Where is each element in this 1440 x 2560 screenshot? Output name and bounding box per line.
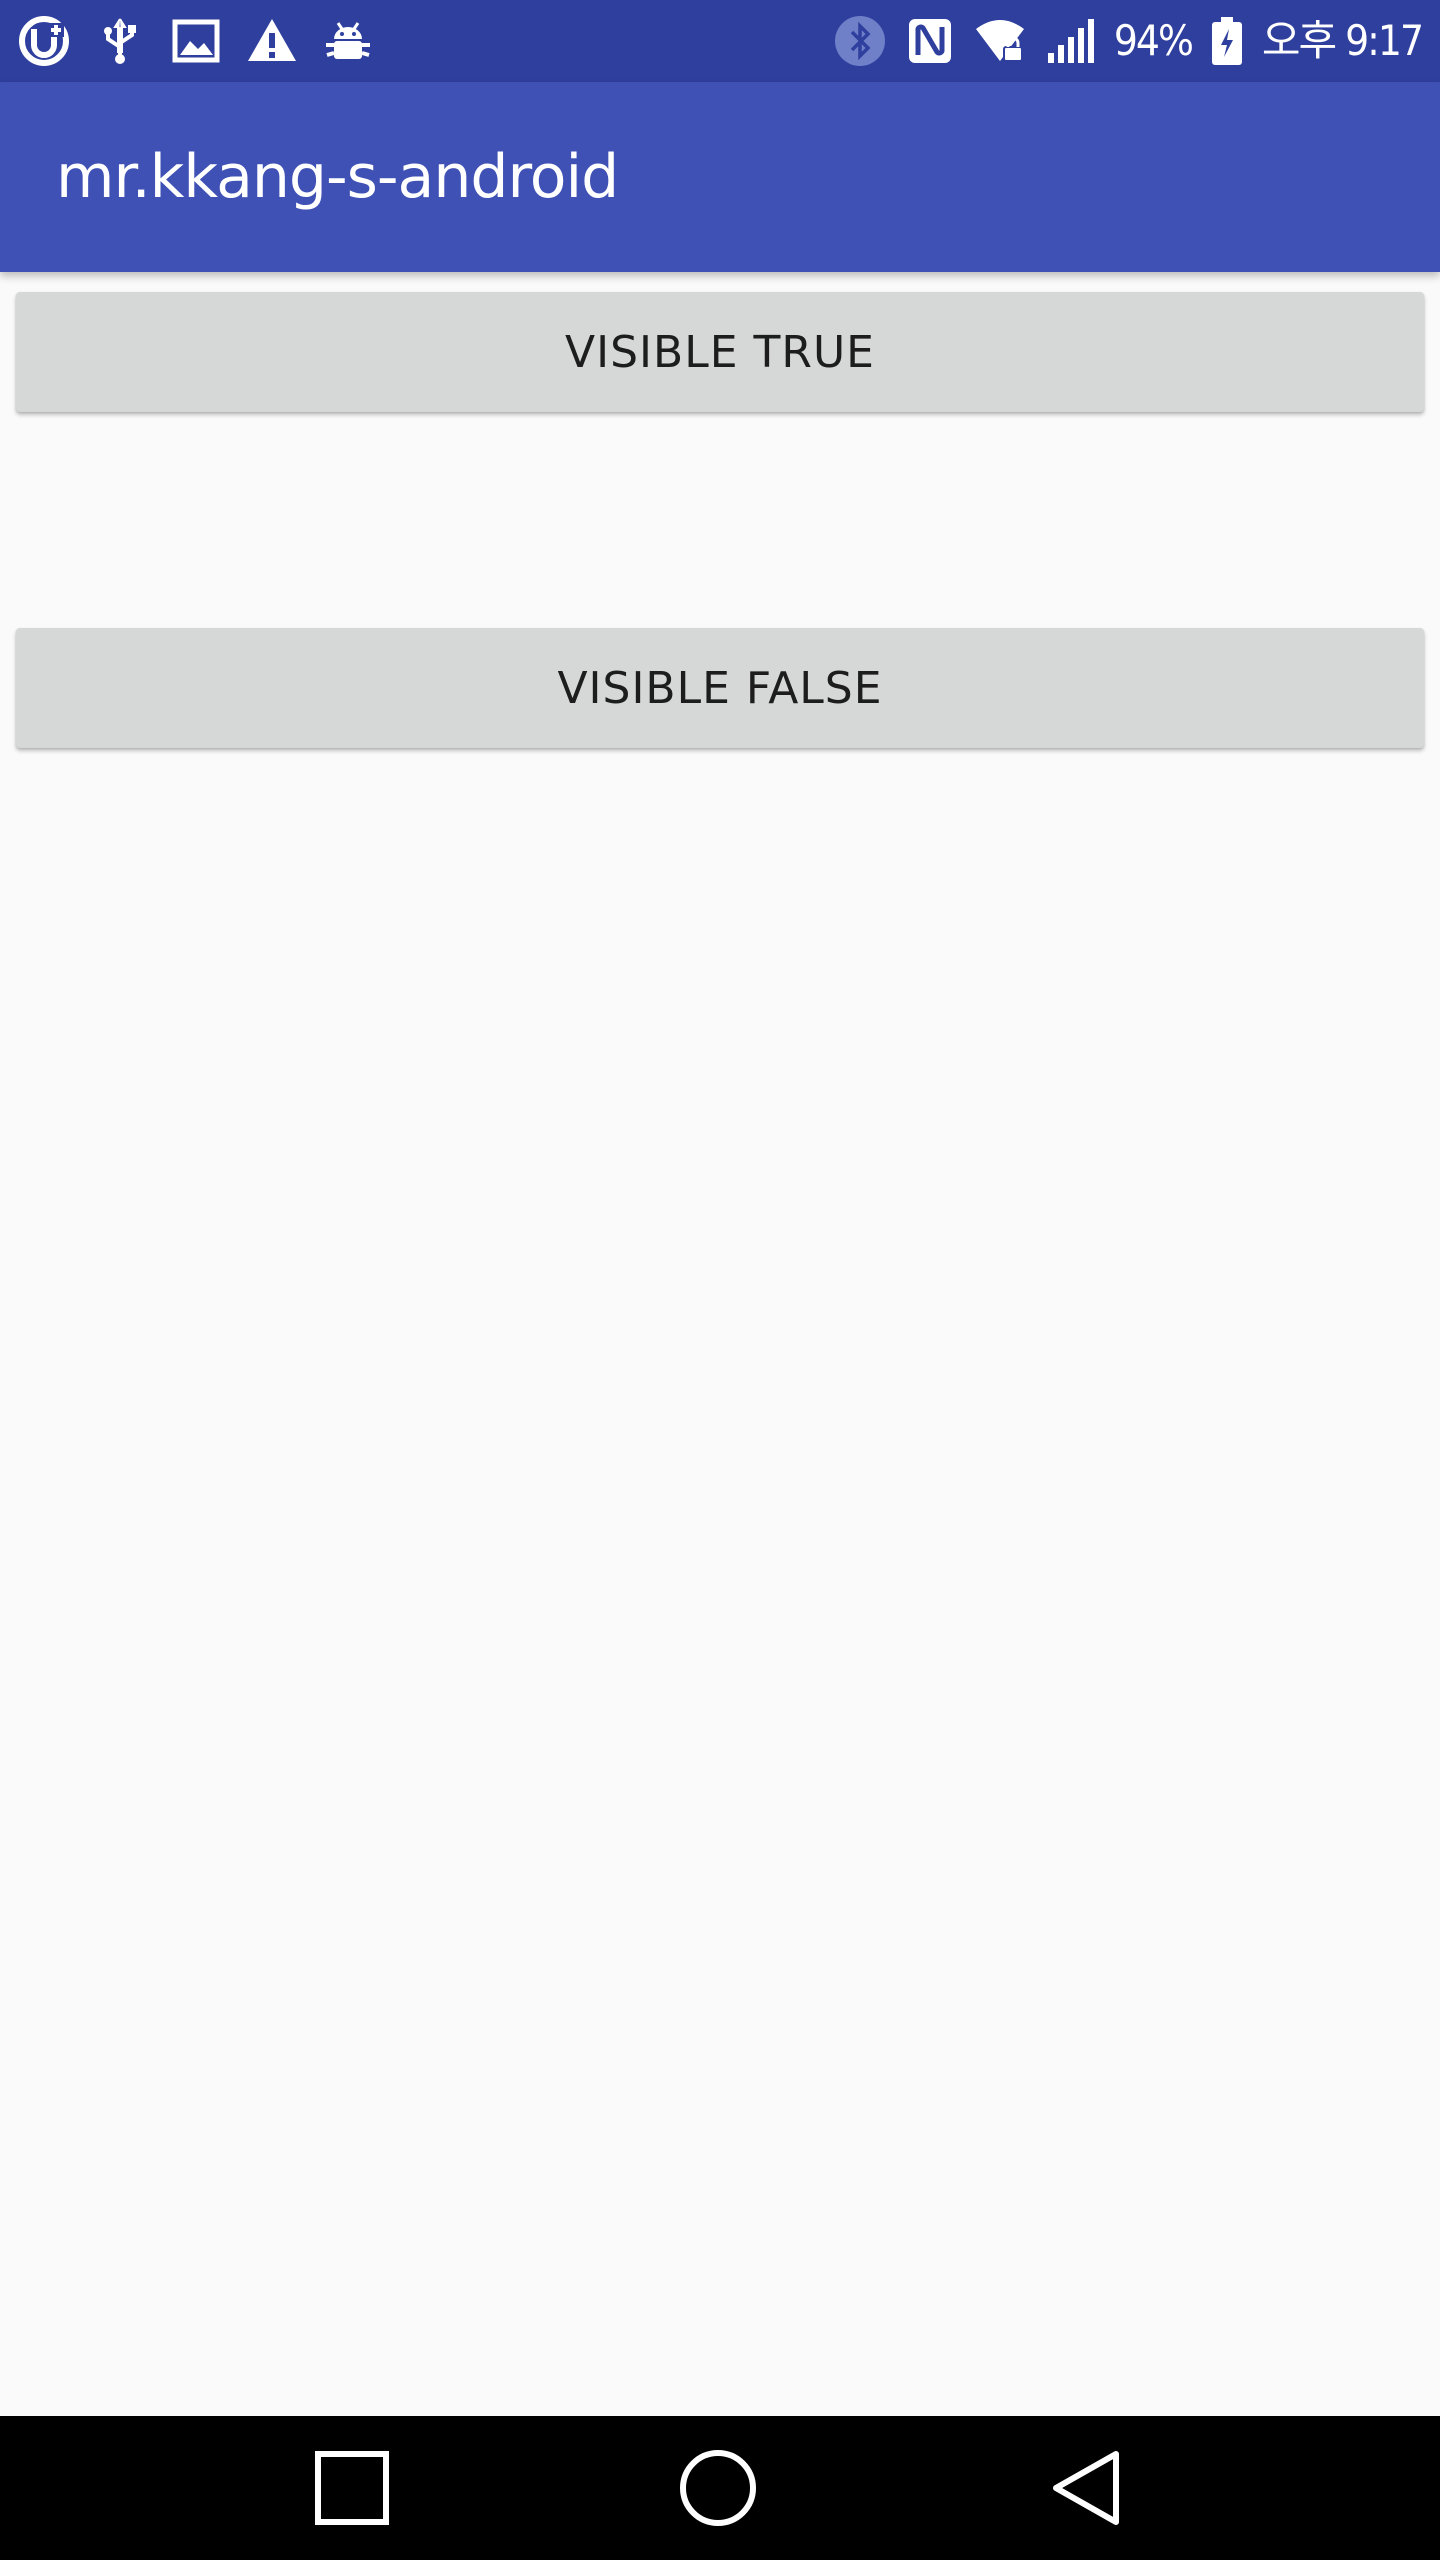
android-debug-icon bbox=[322, 15, 374, 67]
recent-apps-button[interactable] bbox=[272, 2416, 432, 2560]
navigation-bar bbox=[0, 2416, 1440, 2560]
status-bar: 94% 오후 9:17 bbox=[0, 0, 1440, 82]
recent-apps-icon bbox=[314, 2450, 390, 2526]
image-icon bbox=[170, 15, 222, 67]
bluetooth-icon bbox=[834, 15, 886, 67]
signal-icon bbox=[1044, 15, 1096, 67]
back-icon bbox=[1050, 2449, 1122, 2527]
wifi-lock-icon bbox=[974, 15, 1026, 67]
status-bar-system: 94% 오후 9:17 bbox=[834, 0, 1424, 82]
battery-icon bbox=[1210, 15, 1244, 67]
home-button[interactable] bbox=[638, 2416, 798, 2560]
battery-percent: 94% bbox=[1113, 16, 1194, 65]
visible-true-button[interactable]: VISIBLE TRUE bbox=[16, 292, 1424, 412]
u-plus-icon bbox=[18, 15, 70, 67]
nfc-icon bbox=[904, 15, 956, 67]
usb-icon bbox=[94, 15, 146, 67]
app-title: mr.kkang-s-android bbox=[56, 142, 619, 212]
home-icon bbox=[679, 2449, 757, 2527]
app-bar: mr.kkang-s-android bbox=[0, 82, 1440, 272]
warning-icon bbox=[246, 15, 298, 67]
status-bar-notifications bbox=[18, 0, 374, 82]
clock: 오후 9:17 bbox=[1261, 16, 1424, 65]
back-button[interactable] bbox=[1006, 2416, 1166, 2560]
visible-false-button[interactable]: VISIBLE FALSE bbox=[16, 628, 1424, 748]
